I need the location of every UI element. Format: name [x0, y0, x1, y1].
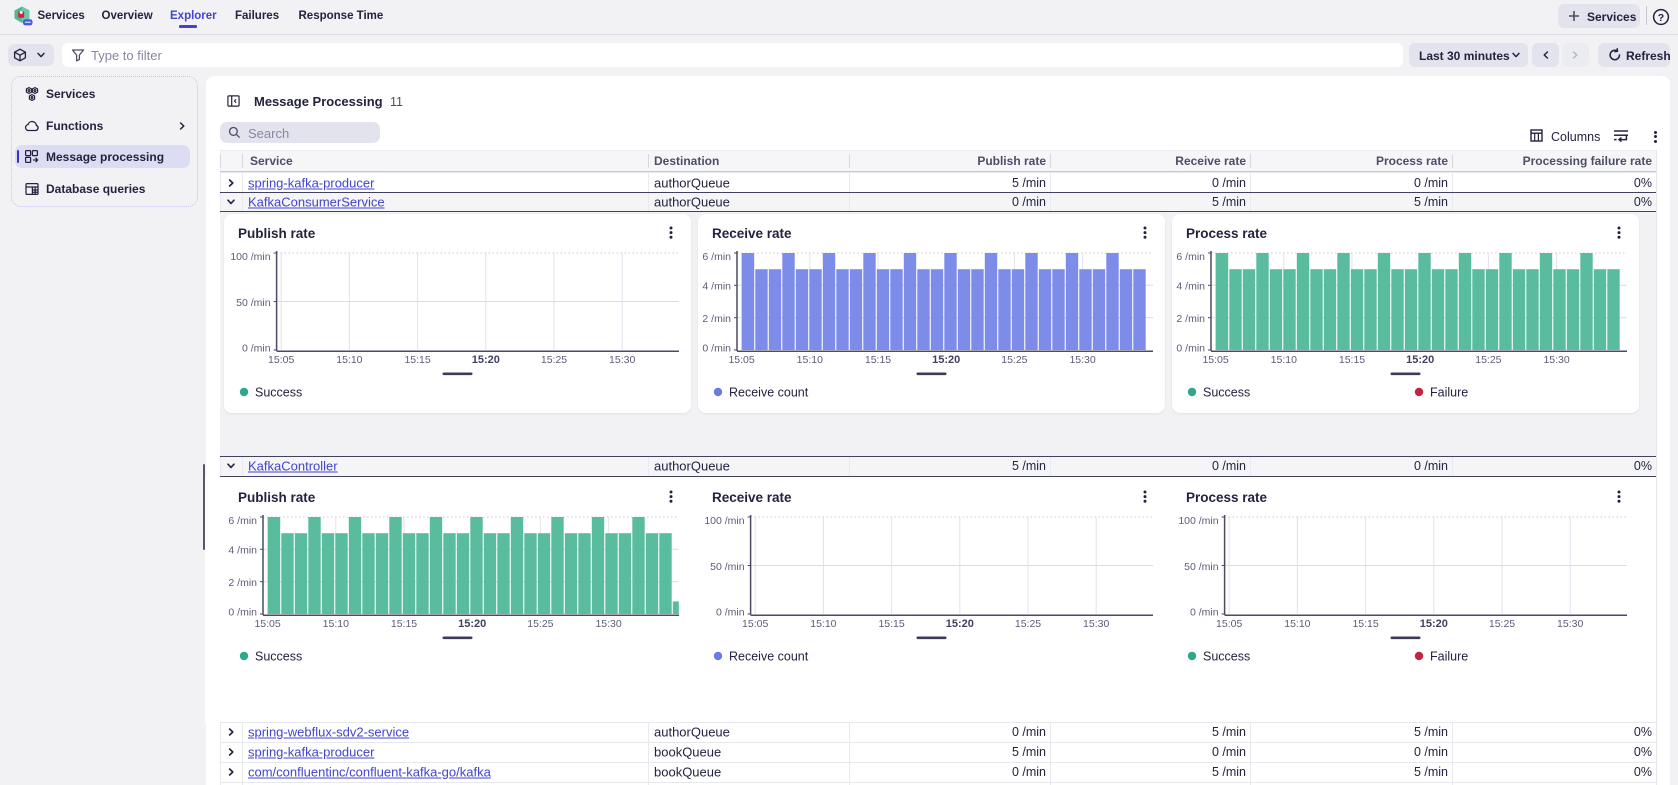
svg-text:15:10: 15:10 [1284, 618, 1310, 630]
svg-text:Success: Success [255, 385, 302, 399]
svg-text:15:20: 15:20 [1420, 618, 1448, 630]
svg-text:15:05: 15:05 [728, 354, 754, 366]
svg-text:Success: Success [255, 650, 302, 664]
svg-text:15:05: 15:05 [254, 618, 280, 630]
svg-text:4 /min: 4 /min [228, 545, 257, 557]
svg-text:0 /min: 0 /min [242, 342, 271, 354]
svg-text:0 /min: 0 /min [1190, 607, 1219, 619]
svg-text:15:10: 15:10 [323, 618, 349, 630]
svg-text:50 /min: 50 /min [710, 561, 745, 573]
svg-text:2 /min: 2 /min [1176, 313, 1205, 325]
svg-text:15:25: 15:25 [1015, 618, 1041, 630]
svg-text:6 /min: 6 /min [702, 250, 731, 262]
svg-text:Success: Success [1203, 385, 1250, 399]
svg-text:15:15: 15:15 [878, 618, 904, 630]
svg-text:Receive count: Receive count [729, 650, 809, 664]
svg-text:100 /min: 100 /min [704, 515, 744, 527]
svg-text:6 /min: 6 /min [1176, 250, 1205, 262]
svg-text:50 /min: 50 /min [1184, 561, 1219, 573]
svg-text:0 /min: 0 /min [228, 607, 257, 619]
svg-text:15:15: 15:15 [1339, 354, 1365, 366]
svg-text:15:20: 15:20 [1406, 354, 1434, 366]
svg-text:100 /min: 100 /min [230, 250, 270, 262]
svg-text:Publish rate: Publish rate [238, 490, 316, 505]
svg-text:100 /min: 100 /min [1178, 515, 1218, 527]
svg-text:15:15: 15:15 [865, 354, 891, 366]
svg-text:15:05: 15:05 [1202, 354, 1228, 366]
svg-text:15:15: 15:15 [404, 354, 430, 366]
svg-text:15:05: 15:05 [742, 618, 768, 630]
svg-text:15:25: 15:25 [1475, 354, 1501, 366]
svg-text:15:30: 15:30 [1557, 618, 1583, 630]
svg-text:Receive count: Receive count [729, 385, 809, 399]
svg-text:?: ? [1658, 12, 1664, 24]
svg-text:15:30: 15:30 [609, 354, 635, 366]
svg-text:Publish rate: Publish rate [238, 226, 316, 241]
svg-text:15:20: 15:20 [472, 354, 500, 366]
svg-text:15:25: 15:25 [541, 354, 567, 366]
svg-text:15:20: 15:20 [932, 354, 960, 366]
svg-text:15:15: 15:15 [1352, 618, 1378, 630]
svg-text:15:15: 15:15 [391, 618, 417, 630]
svg-text:15:25: 15:25 [527, 618, 553, 630]
svg-text:4 /min: 4 /min [1176, 280, 1205, 292]
svg-text:Success: Success [1203, 650, 1250, 664]
svg-text:15:25: 15:25 [1001, 354, 1027, 366]
svg-text:15:30: 15:30 [1543, 354, 1569, 366]
svg-text:15:10: 15:10 [810, 618, 836, 630]
svg-text:15:20: 15:20 [946, 618, 974, 630]
svg-text:Failure: Failure [1430, 385, 1468, 399]
svg-text:0 /min: 0 /min [1176, 342, 1205, 354]
svg-text:15:10: 15:10 [336, 354, 362, 366]
svg-text:15:05: 15:05 [1216, 618, 1242, 630]
svg-text:Receive rate: Receive rate [712, 490, 792, 505]
svg-text:6 /min: 6 /min [228, 515, 257, 527]
svg-text:Process rate: Process rate [1186, 226, 1268, 241]
svg-text:Receive rate: Receive rate [712, 226, 792, 241]
svg-text:Process rate: Process rate [1186, 490, 1268, 505]
svg-text:2 /min: 2 /min [228, 577, 257, 589]
svg-text:15:25: 15:25 [1489, 618, 1515, 630]
svg-text:4 /min: 4 /min [702, 280, 731, 292]
svg-text:15:30: 15:30 [1069, 354, 1095, 366]
svg-text:15:10: 15:10 [1271, 354, 1297, 366]
svg-text:50 /min: 50 /min [236, 296, 271, 308]
svg-text:15:10: 15:10 [797, 354, 823, 366]
svg-text:Failure: Failure [1430, 650, 1468, 664]
svg-text:2 /min: 2 /min [702, 313, 731, 325]
svg-text:0 /min: 0 /min [702, 342, 731, 354]
svg-text:15:30: 15:30 [595, 618, 621, 630]
svg-text:15:20: 15:20 [458, 618, 486, 630]
svg-text:0 /min: 0 /min [716, 607, 745, 619]
svg-text:15:30: 15:30 [1083, 618, 1109, 630]
svg-text:15:05: 15:05 [268, 354, 294, 366]
